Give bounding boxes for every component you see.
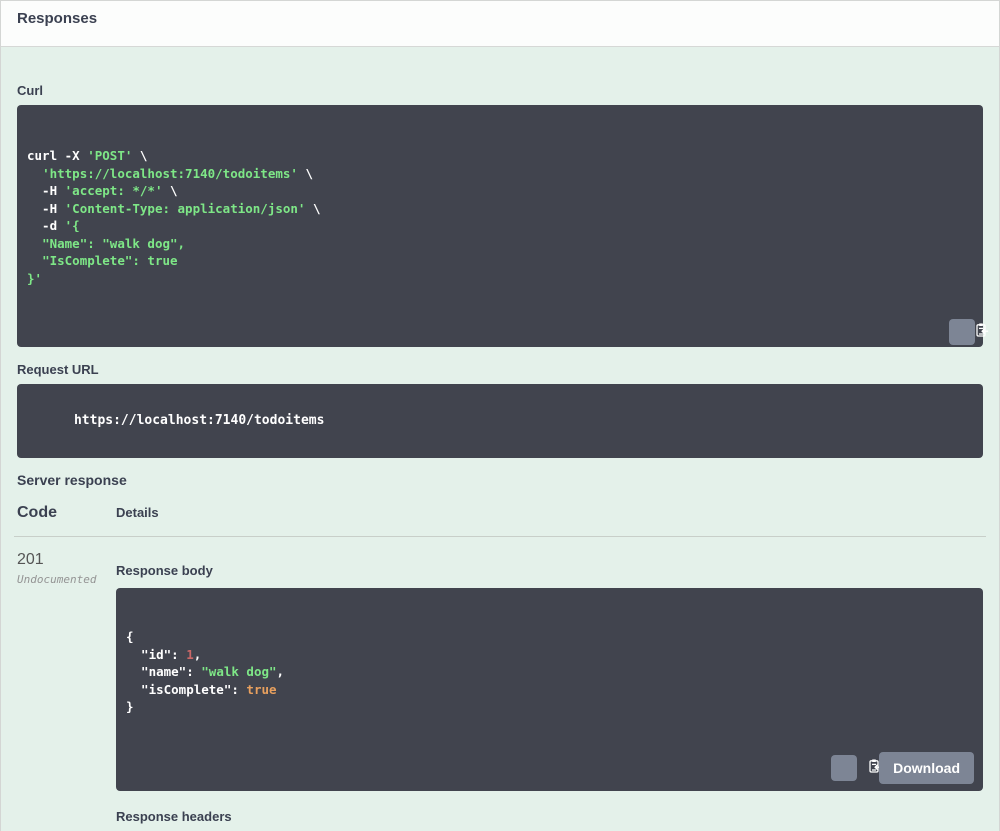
server-response-table-head: Code Details bbox=[17, 504, 983, 536]
response-headers-label: Response headers bbox=[116, 808, 232, 824]
panel-header: Responses bbox=[1, 1, 999, 47]
copy-icon bbox=[806, 743, 881, 792]
download-button[interactable]: Download bbox=[879, 751, 974, 784]
curl-label: Curl bbox=[17, 83, 43, 98]
column-header-details: Details bbox=[116, 505, 159, 520]
undocumented-note: Undocumented bbox=[17, 573, 97, 586]
server-response-table: Code Details 201 Undocumented Response b… bbox=[14, 504, 986, 831]
request-url-block: https://localhost:7140/todoitems bbox=[17, 383, 983, 458]
response-body-label: Response body bbox=[116, 563, 213, 578]
status-code-cell: 201 Undocumented bbox=[17, 551, 116, 831]
server-response-row: 201 Undocumented Response body { "id": 1… bbox=[17, 537, 983, 831]
column-header-code: Code bbox=[17, 504, 57, 521]
copy-curl-button[interactable] bbox=[949, 318, 988, 345]
status-code: 201 bbox=[17, 551, 44, 568]
curl-command-text: curl -X 'POST' \ 'https://localhost:7140… bbox=[27, 148, 321, 286]
curl-command-block: curl -X 'POST' \ 'https://localhost:7140… bbox=[17, 105, 988, 347]
copy-response-button[interactable] bbox=[831, 754, 881, 781]
copy-icon bbox=[935, 307, 988, 356]
request-url-label: Request URL bbox=[17, 361, 99, 377]
request-url-value: https://localhost:7140/todoitems bbox=[73, 413, 325, 428]
server-response-title: Server response bbox=[17, 472, 127, 488]
panel-body: Curl curl -X 'POST' \ 'https://localhost… bbox=[1, 47, 999, 831]
details-cell: Response body { "id": 1, "name": "walk d… bbox=[116, 551, 983, 831]
page-title: Responses bbox=[17, 10, 98, 27]
response-body-block: { "id": 1, "name": "walk dog", "isComple… bbox=[116, 588, 983, 791]
responses-panel: Responses Curl curl -X 'POST' \ 'https:/… bbox=[0, 0, 1000, 831]
response-body-json: { "id": 1, "name": "walk dog", "isComple… bbox=[126, 629, 285, 714]
